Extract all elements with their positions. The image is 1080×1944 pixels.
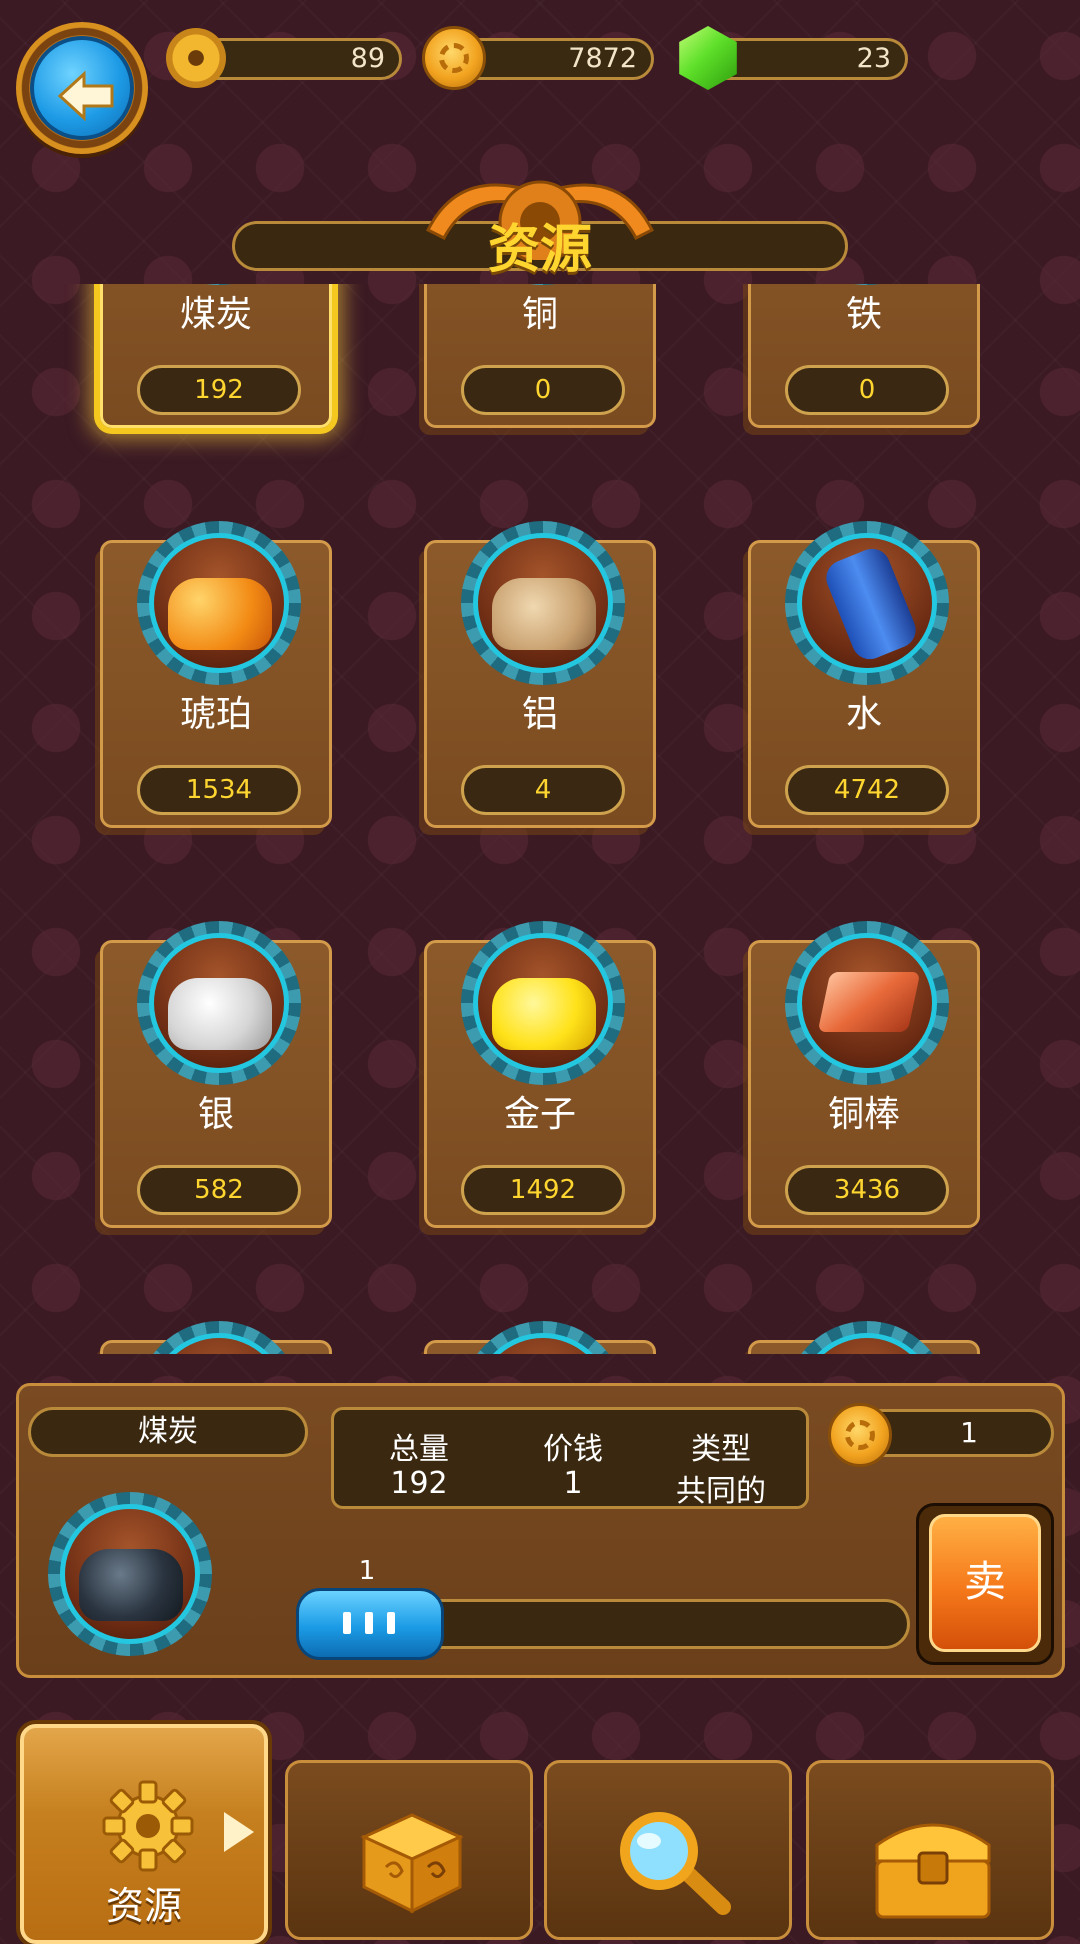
play-arrow-icon <box>224 1812 254 1852</box>
magnifier-icon <box>620 1812 731 1915</box>
resource-name: 金子 <box>503 1094 576 1135</box>
resource-count: 192 <box>137 365 301 415</box>
sell-price-value: 1 <box>960 1416 978 1449</box>
price-label: 价钱 <box>543 1432 603 1467</box>
resource-card-aluminum[interactable]: 铝 4 <box>424 521 656 828</box>
resource-name: 铜 <box>521 294 558 335</box>
resource-stats: 总量 192 价钱 1 类型 共同的 <box>331 1407 809 1509</box>
resource-grid[interactable]: 煤炭 192 铜 0 铁 0 琥珀 1534 铝 4 水 4742 银 582 … <box>0 284 1080 1354</box>
back-button[interactable] <box>16 22 148 154</box>
resource-icon <box>785 1321 949 1354</box>
coin-count: 7872 <box>568 43 637 74</box>
gear-icon <box>102 1780 194 1872</box>
amber-icon <box>137 521 301 685</box>
iron-icon <box>785 284 949 285</box>
resource-name: 水 <box>845 694 882 735</box>
resource-name: 煤炭 <box>179 294 252 335</box>
resource-count: 3436 <box>785 1165 949 1215</box>
resource-card-water[interactable]: 水 4742 <box>748 521 980 828</box>
gem-icon <box>679 26 737 90</box>
silver-icon <box>137 921 301 1085</box>
quantity-slider-handle[interactable] <box>296 1588 444 1660</box>
total-label: 总量 <box>389 1432 449 1467</box>
resource-count: 4742 <box>785 765 949 815</box>
gear-icon <box>166 28 226 88</box>
resource-card-copper-bar[interactable]: 铜棒 3436 <box>748 921 980 1228</box>
dice-icon <box>360 1813 464 1914</box>
resource-card-amber[interactable]: 琥珀 1534 <box>100 521 332 828</box>
coal-icon <box>137 284 301 285</box>
aluminum-icon <box>461 521 625 685</box>
slider-value: 1 <box>358 1556 376 1586</box>
resource-card-silver[interactable]: 银 582 <box>100 921 332 1228</box>
page-title: 资源 <box>487 220 592 280</box>
resource-count: 1492 <box>461 1165 625 1215</box>
arrow-left-icon <box>57 70 114 122</box>
resource-name: 银 <box>197 1094 234 1135</box>
sell-button[interactable]: 卖 <box>916 1503 1054 1665</box>
copper-bar-icon <box>785 921 949 1085</box>
resource-name: 铜棒 <box>827 1094 900 1135</box>
resource-icon <box>137 1321 301 1354</box>
resource-card-copper[interactable]: 铜 0 <box>424 284 656 428</box>
gear-counter: 89 <box>196 38 402 80</box>
resource-card-iron[interactable]: 铁 0 <box>748 284 980 428</box>
tab-resources[interactable]: 资源 <box>20 1724 268 1944</box>
price-value: 1 <box>563 1466 583 1501</box>
chest-icon <box>875 1823 991 1919</box>
resource-name: 铁 <box>845 294 882 335</box>
tab-chest[interactable] <box>806 1760 1054 1940</box>
resource-count: 582 <box>137 1165 301 1215</box>
resource-card-coal[interactable]: 煤炭 192 <box>100 284 332 428</box>
coin-icon <box>422 26 486 90</box>
gold-icon <box>461 921 625 1085</box>
tab-search[interactable] <box>544 1760 792 1940</box>
resource-count: 4 <box>461 765 625 815</box>
total-value: 192 <box>390 1466 448 1501</box>
resource-name: 铝 <box>521 694 558 735</box>
water-barrel-icon <box>785 521 949 685</box>
resource-count: 1534 <box>137 765 301 815</box>
resource-card-partial[interactable] <box>100 1321 332 1354</box>
resource-name: 琥珀 <box>179 694 252 735</box>
resource-card-gold[interactable]: 金子 1492 <box>424 921 656 1228</box>
resource-count: 0 <box>785 365 949 415</box>
selected-resource-name: 煤炭 <box>28 1407 308 1457</box>
type-value: 共同的 <box>676 1474 766 1509</box>
gear-count: 89 <box>350 43 385 74</box>
coal-icon <box>44 1488 216 1660</box>
resource-icon <box>461 1321 625 1354</box>
gem-count: 23 <box>856 43 891 74</box>
copper-icon <box>461 284 625 285</box>
tab-dice[interactable] <box>285 1760 533 1940</box>
tab-resources-label: 资源 <box>105 1884 182 1928</box>
resource-card-partial[interactable] <box>424 1321 656 1354</box>
coin-icon <box>828 1403 892 1467</box>
resource-card-partial[interactable] <box>748 1321 980 1354</box>
resource-count: 0 <box>461 365 625 415</box>
sell-label: 卖 <box>929 1514 1041 1652</box>
type-label: 类型 <box>691 1432 751 1467</box>
